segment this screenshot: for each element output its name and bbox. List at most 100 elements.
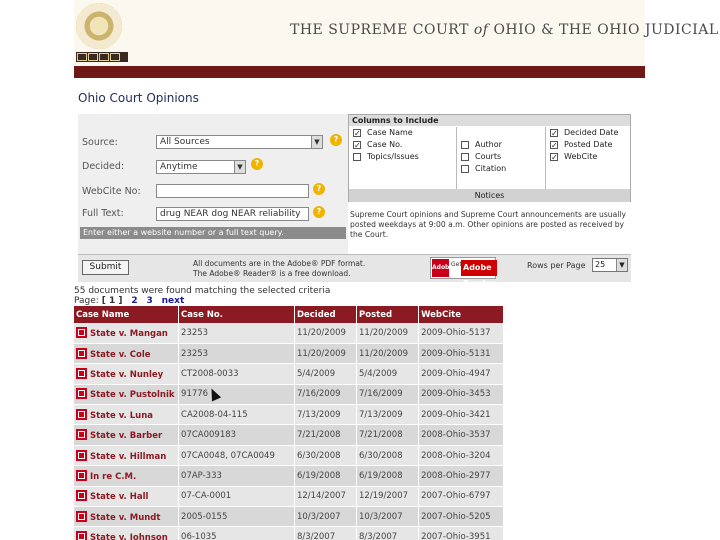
help-icon[interactable]: ? bbox=[251, 158, 263, 170]
case-link[interactable]: State v. Luna bbox=[90, 411, 153, 421]
submit-button[interactable]: Submit bbox=[82, 260, 129, 275]
source-select[interactable]: All Sources ▼ bbox=[156, 135, 323, 149]
columns-panel: Columns to Include ✓ Case Name ✓ Case No. … bbox=[348, 114, 631, 202]
case-link[interactable]: State v. Johnson bbox=[90, 533, 168, 540]
pdf-notice: All documents are in the Adobe® PDF form… bbox=[193, 259, 366, 278]
help-icon[interactable]: ? bbox=[313, 183, 325, 195]
case-name-cell[interactable]: State v. Luna bbox=[74, 404, 180, 426]
column-option[interactable]: ✓ Case Name bbox=[349, 127, 456, 139]
columns-title: Columns to Include bbox=[349, 115, 630, 126]
decided-cell: 6/30/2008 bbox=[294, 445, 358, 467]
checkbox[interactable] bbox=[461, 141, 469, 149]
case-link[interactable]: In re C.M. bbox=[90, 472, 136, 482]
posted-cell: 10/3/2007 bbox=[356, 506, 420, 528]
header-webcite[interactable]: WebCite bbox=[418, 306, 504, 323]
chevron-down-icon[interactable]: ▼ bbox=[311, 136, 322, 148]
checkbox[interactable] bbox=[461, 165, 469, 173]
header-decided[interactable]: Decided bbox=[294, 306, 358, 323]
case-name-cell[interactable]: State v. Mundt bbox=[74, 506, 180, 528]
pdf-icon[interactable] bbox=[76, 490, 87, 502]
column-option[interactable]: Author bbox=[457, 139, 545, 151]
decided-select[interactable]: Anytime ▼ bbox=[156, 160, 246, 174]
header-case-no[interactable]: Case No. bbox=[178, 306, 295, 323]
table-row: State v. Mangan 23253 11/20/2009 11/20/2009… bbox=[74, 323, 504, 344]
case-link[interactable]: State v. Hillman bbox=[90, 452, 166, 462]
chevron-down-icon[interactable]: ▼ bbox=[616, 259, 627, 271]
case-name-cell[interactable]: State v. Mangan bbox=[74, 323, 180, 344]
page-2-link[interactable]: 2 bbox=[131, 296, 137, 306]
column-option[interactable]: ✓ Decided Date bbox=[546, 127, 630, 139]
case-no-cell: 2005-0155 bbox=[178, 506, 295, 528]
case-link[interactable]: State v. Barber bbox=[90, 431, 162, 441]
case-no-cell: 07CA009183 bbox=[178, 424, 295, 446]
pdf-icon[interactable] bbox=[76, 469, 87, 481]
posted-cell: 11/20/2009 bbox=[356, 323, 420, 344]
decided-cell: 10/3/2007 bbox=[294, 506, 358, 528]
case-link[interactable]: State v. Mangan bbox=[90, 329, 168, 339]
help-icon[interactable]: ? bbox=[313, 206, 325, 218]
posted-cell: 6/30/2008 bbox=[356, 445, 420, 467]
header-case-name[interactable]: Case Name bbox=[74, 306, 180, 323]
pdf-icon[interactable] bbox=[76, 429, 87, 441]
case-name-cell[interactable]: State v. Hillman bbox=[74, 445, 180, 467]
case-name-cell[interactable]: State v. Johnson bbox=[74, 526, 180, 540]
checkbox[interactable] bbox=[353, 153, 361, 161]
case-link[interactable]: State v. Cole bbox=[90, 350, 151, 360]
case-link[interactable]: State v. Mundt bbox=[90, 513, 160, 523]
case-name-cell[interactable]: State v. Cole bbox=[74, 343, 180, 365]
header-bar bbox=[74, 66, 645, 78]
pdf-icon[interactable] bbox=[76, 449, 87, 461]
column-option[interactable]: Topics/Issues bbox=[349, 151, 456, 163]
webcite-label: WebCite No: bbox=[82, 186, 141, 197]
search-hint: Enter either a website number or a full … bbox=[80, 227, 346, 239]
checkbox[interactable]: ✓ bbox=[550, 153, 558, 162]
case-no-cell: 23253 bbox=[178, 343, 295, 365]
column-option[interactable]: ✓ Posted Date bbox=[546, 139, 630, 151]
pdf-icon[interactable] bbox=[76, 367, 87, 379]
pdf-icon[interactable] bbox=[76, 510, 87, 522]
column-option[interactable]: Courts bbox=[457, 151, 545, 163]
get-adobe-reader-link[interactable]: Adobe Get Adobe Reader bbox=[430, 257, 498, 288]
webcite-cell: 2009-Ohio-3453 bbox=[418, 384, 504, 406]
pdf-icon[interactable] bbox=[76, 408, 87, 420]
webcite-input[interactable] bbox=[156, 184, 309, 198]
pdf-icon[interactable] bbox=[76, 531, 87, 540]
checkbox[interactable]: ✓ bbox=[550, 141, 558, 150]
chevron-down-icon[interactable]: ▼ bbox=[234, 161, 245, 173]
next-page-link[interactable]: next bbox=[162, 296, 185, 306]
columns-group: ✓ Case Name ✓ Case No. Topics/Issues bbox=[349, 127, 456, 189]
page-3-link[interactable]: 3 bbox=[146, 296, 152, 306]
fulltext-input[interactable]: drug NEAR dog NEAR reliability bbox=[156, 207, 309, 221]
help-icon[interactable]: ? bbox=[330, 134, 342, 146]
case-link[interactable]: State v. Pustolnik bbox=[90, 390, 175, 400]
header-posted[interactable]: Posted bbox=[356, 306, 420, 323]
columns-group: Author Courts Citation bbox=[456, 127, 546, 189]
checkbox[interactable]: ✓ bbox=[353, 129, 361, 138]
pagination: Page: [ 1 ] 2 3 next bbox=[74, 296, 185, 306]
case-name-cell[interactable]: State v. Barber bbox=[74, 424, 180, 446]
column-option[interactable]: ✓ WebCite bbox=[546, 151, 630, 163]
case-no-cell: CA2008-04-115 bbox=[178, 404, 295, 426]
column-option[interactable]: Citation bbox=[457, 163, 545, 175]
case-name-cell[interactable]: State v. Hall bbox=[74, 486, 180, 508]
rows-per-page-select[interactable]: 25 ▼ bbox=[592, 258, 628, 272]
pdf-icon[interactable] bbox=[76, 347, 87, 359]
pdf-icon[interactable] bbox=[76, 388, 87, 400]
case-name-cell[interactable]: State v. Pustolnik bbox=[74, 384, 180, 406]
notices-title: Notices bbox=[349, 189, 630, 202]
fulltext-label: Full Text: bbox=[82, 208, 124, 219]
case-name-cell[interactable]: State v. Nunley bbox=[74, 363, 180, 385]
column-option[interactable]: ✓ Case No. bbox=[349, 139, 456, 151]
case-link[interactable]: State v. Nunley bbox=[90, 370, 163, 380]
columns-group: ✓ Decided Date ✓ Posted Date ✓ WebCite bbox=[546, 127, 630, 189]
decided-cell: 11/20/2009 bbox=[294, 323, 358, 344]
checkbox[interactable]: ✓ bbox=[550, 129, 558, 138]
case-name-cell[interactable]: In re C.M. bbox=[74, 465, 180, 487]
pdf-icon[interactable] bbox=[76, 326, 87, 338]
checkbox[interactable]: ✓ bbox=[353, 141, 361, 150]
case-link[interactable]: State v. Hall bbox=[90, 492, 148, 502]
posted-cell: 7/16/2009 bbox=[356, 384, 420, 406]
court-title: THE SUPREME COURT of OHIO & THE OHIO JUD… bbox=[290, 22, 720, 38]
page-title: Ohio Court Opinions bbox=[78, 91, 199, 105]
checkbox[interactable] bbox=[461, 153, 469, 161]
